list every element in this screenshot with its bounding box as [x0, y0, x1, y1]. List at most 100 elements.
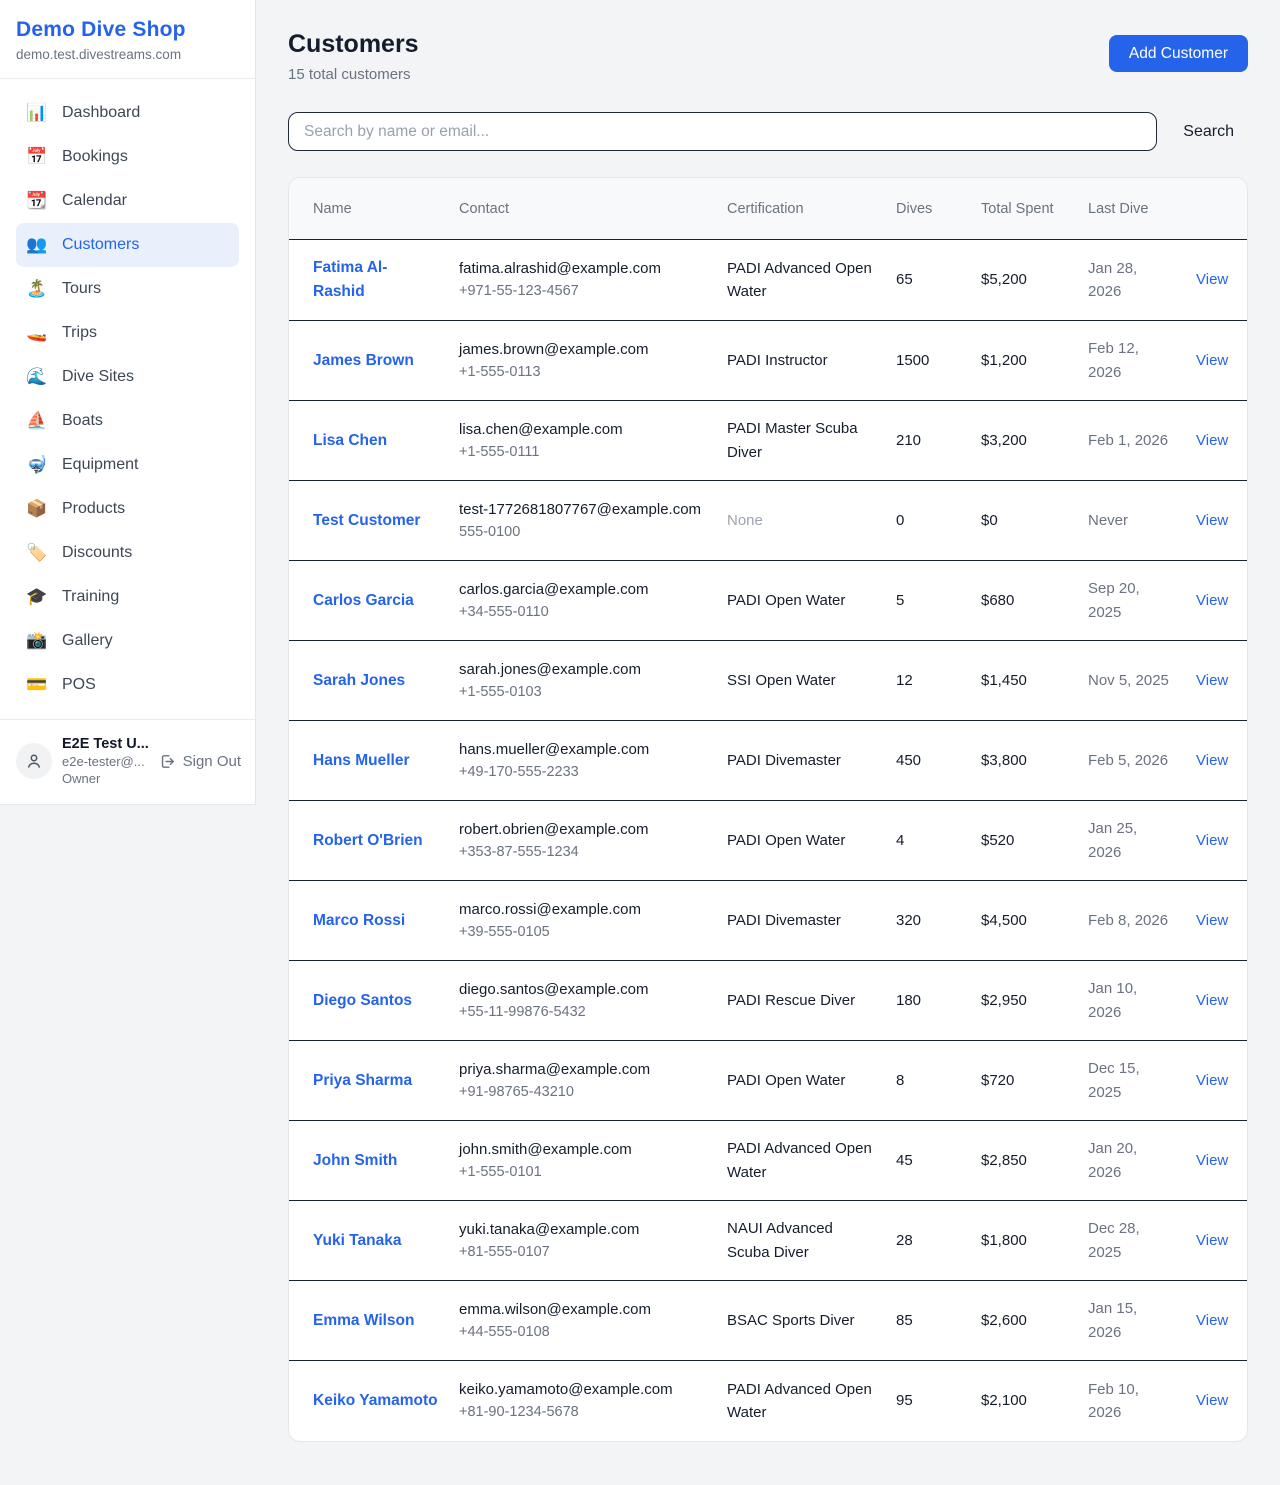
table-row: Keiko Yamamoto keiko.yamamoto@example.co…: [289, 1361, 1247, 1441]
brand: Demo Dive Shop demo.test.divestreams.com: [0, 0, 255, 78]
sidebar-item-training[interactable]: 🎓 Training: [16, 575, 239, 619]
sidebar-item-pos[interactable]: 💳 POS: [16, 663, 239, 707]
last-dive: Dec 15, 2025: [1076, 1041, 1184, 1120]
add-customer-button[interactable]: Add Customer: [1109, 35, 1248, 72]
dives-count: 320: [884, 893, 969, 948]
customer-name-link[interactable]: Carlos Garcia: [313, 592, 414, 609]
dives-count: 4: [884, 813, 969, 868]
customer-name-link[interactable]: John Smith: [313, 1152, 397, 1169]
gallery-icon: 📸: [26, 631, 48, 651]
customer-email: hans.mueller@example.com: [459, 738, 703, 761]
last-dive: Feb 12, 2026: [1076, 321, 1184, 400]
view-link[interactable]: View: [1196, 1312, 1228, 1329]
customer-name-link[interactable]: Diego Santos: [313, 992, 412, 1009]
view-link[interactable]: View: [1196, 352, 1228, 369]
customer-name-link[interactable]: Lisa Chen: [313, 432, 387, 449]
sidebar-item-label: Bookings: [62, 148, 128, 166]
customer-name-link[interactable]: Robert O'Brien: [313, 832, 423, 849]
column-header: Contact: [447, 191, 715, 227]
sidebar-item-dashboard[interactable]: 📊 Dashboard: [16, 91, 239, 135]
customer-phone: +1-555-0101: [459, 1161, 703, 1183]
customer-name-link[interactable]: James Brown: [313, 352, 414, 369]
last-dive: Jan 28, 2026: [1076, 241, 1184, 320]
sidebar-item-tours[interactable]: 🏝️ Tours: [16, 267, 239, 311]
customer-name-link[interactable]: Fatima Al-Rashid: [313, 259, 387, 300]
view-link[interactable]: View: [1196, 1072, 1228, 1089]
view-link[interactable]: View: [1196, 271, 1228, 288]
view-link[interactable]: View: [1196, 912, 1228, 929]
total-spent: $2,600: [969, 1293, 1076, 1348]
sidebar-item-equipment[interactable]: 🤿 Equipment: [16, 443, 239, 487]
certification: None: [715, 493, 884, 548]
table-row: Hans Mueller hans.mueller@example.com +4…: [289, 721, 1247, 801]
pos-icon: 💳: [26, 675, 48, 695]
total-spent: $1,800: [969, 1213, 1076, 1268]
sidebar-item-trips[interactable]: 🚤 Trips: [16, 311, 239, 355]
avatar: [16, 743, 52, 779]
sidebar-item-dive-sites[interactable]: 🌊 Dive Sites: [16, 355, 239, 399]
sidebar-item-calendar[interactable]: 📆 Calendar: [16, 179, 239, 223]
table-row: Diego Santos diego.santos@example.com +5…: [289, 961, 1247, 1041]
sidebar-item-label: Trips: [62, 324, 97, 342]
column-header: [1184, 199, 1248, 219]
brand-name: Demo Dive Shop: [16, 18, 239, 42]
view-link[interactable]: View: [1196, 512, 1228, 529]
view-link[interactable]: View: [1196, 1152, 1228, 1169]
view-link[interactable]: View: [1196, 1392, 1228, 1409]
view-link[interactable]: View: [1196, 672, 1228, 689]
customer-email: test-1772681807767@example.com: [459, 498, 703, 521]
table-row: Emma Wilson emma.wilson@example.com +44-…: [289, 1281, 1247, 1361]
customer-name-link[interactable]: Hans Mueller: [313, 752, 409, 769]
column-header: Last Dive: [1076, 191, 1184, 227]
sidebar-item-label: Discounts: [62, 544, 132, 562]
view-link[interactable]: View: [1196, 592, 1228, 609]
customer-phone: +1-555-0111: [459, 441, 703, 463]
last-dive: Sep 20, 2025: [1076, 561, 1184, 640]
sidebar-item-customers[interactable]: 👥 Customers: [16, 223, 239, 267]
customer-name-link[interactable]: Sarah Jones: [313, 672, 405, 689]
sidebar-item-discounts[interactable]: 🏷️ Discounts: [16, 531, 239, 575]
customer-name-link[interactable]: Test Customer: [313, 512, 420, 529]
search-input[interactable]: [288, 112, 1157, 151]
sidebar-item-products[interactable]: 📦 Products: [16, 487, 239, 531]
customer-name-link[interactable]: Yuki Tanaka: [313, 1232, 401, 1249]
main-content: Customers 15 total customers Add Custome…: [256, 0, 1280, 1468]
view-link[interactable]: View: [1196, 992, 1228, 1009]
last-dive: Feb 10, 2026: [1076, 1362, 1184, 1441]
training-icon: 🎓: [26, 587, 48, 607]
customer-phone: +44-555-0108: [459, 1321, 703, 1343]
sign-out-button[interactable]: Sign Out: [159, 753, 241, 770]
view-link[interactable]: View: [1196, 1232, 1228, 1249]
customer-name-link[interactable]: Emma Wilson: [313, 1312, 415, 1329]
certification: PADI Divemaster: [715, 733, 884, 788]
sidebar-item-label: Customers: [62, 236, 139, 254]
dives-count: 210: [884, 413, 969, 468]
customer-phone: 555-0100: [459, 521, 703, 543]
dashboard-icon: 📊: [26, 103, 48, 123]
view-link[interactable]: View: [1196, 432, 1228, 449]
customer-phone: +1-555-0113: [459, 361, 703, 383]
sidebar-item-label: Gallery: [62, 632, 113, 650]
user-info: E2E Test U... e2e-tester@... Owner: [62, 736, 149, 786]
customer-name-link[interactable]: Keiko Yamamoto: [313, 1392, 438, 1409]
customer-name-link[interactable]: Priya Sharma: [313, 1072, 412, 1089]
sidebar-item-bookings[interactable]: 📅 Bookings: [16, 135, 239, 179]
total-spent: $3,800: [969, 733, 1076, 788]
view-link[interactable]: View: [1196, 752, 1228, 769]
search-button[interactable]: Search: [1157, 123, 1248, 141]
customer-email: priya.sharma@example.com: [459, 1058, 703, 1081]
user-name: E2E Test U...: [62, 736, 149, 752]
total-spent: $720: [969, 1053, 1076, 1108]
sidebar-item-gallery[interactable]: 📸 Gallery: [16, 619, 239, 663]
customer-name-link[interactable]: Marco Rossi: [313, 912, 405, 929]
sidebar-item-boats[interactable]: ⛵ Boats: [16, 399, 239, 443]
total-spent: $0: [969, 493, 1076, 548]
customer-phone: +34-555-0110: [459, 601, 703, 623]
total-spent: $3,200: [969, 413, 1076, 468]
customer-phone: +39-555-0105: [459, 921, 703, 943]
sidebar-item-label: Tours: [62, 280, 101, 298]
view-link[interactable]: View: [1196, 832, 1228, 849]
search-row: Search: [288, 112, 1248, 151]
calendar-icon: 📆: [26, 191, 48, 211]
dives-count: 5: [884, 573, 969, 628]
